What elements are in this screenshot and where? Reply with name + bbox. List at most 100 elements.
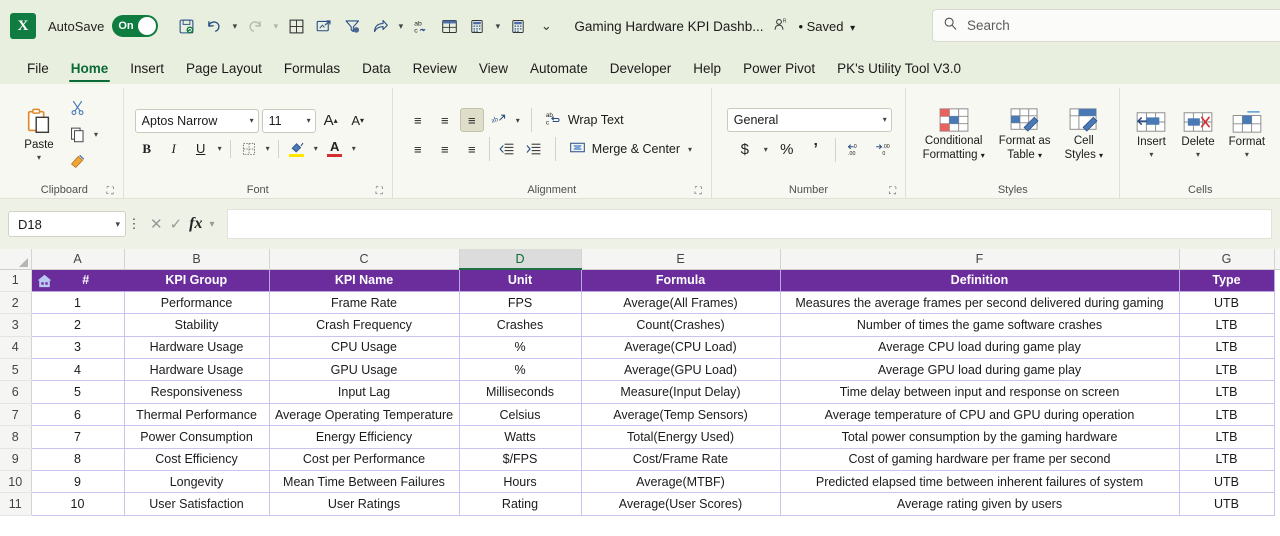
cell-E5[interactable]: Average(GPU Load) — [581, 358, 781, 382]
cell-A8[interactable]: 7 — [30, 425, 125, 449]
formula-bar-expand-icon[interactable]: ▾ — [209, 219, 214, 230]
cell-D4[interactable]: % — [459, 336, 582, 360]
grow-font-button[interactable]: A ▴ — [319, 109, 343, 133]
column-header-D[interactable]: D — [459, 249, 582, 270]
cell-C7[interactable]: Average Operating Temperature — [269, 403, 460, 427]
alignment-dialog-launcher-icon[interactable]: ⛶ — [695, 186, 702, 197]
cell-C6[interactable]: Input Lag — [269, 380, 460, 404]
column-header-E[interactable]: E — [581, 249, 781, 270]
header-cell-G1[interactable]: Type — [1179, 268, 1275, 292]
underline-dropdown-icon[interactable]: ▾ — [216, 144, 224, 153]
shrink-font-button[interactable]: A ▾ — [346, 109, 370, 133]
redo-icon[interactable] — [241, 12, 269, 40]
enter-formula-icon[interactable]: ✓ — [170, 215, 183, 233]
clipboard-dialog-launcher-icon[interactable]: ⛶ — [107, 186, 114, 197]
cell-G3[interactable]: LTB — [1179, 313, 1275, 337]
font-size-select[interactable]: 11 ▾ — [261, 108, 316, 133]
row-header-11[interactable]: 11 — [0, 492, 32, 516]
pivot-table-icon[interactable] — [435, 12, 463, 40]
cell-G7[interactable]: LTB — [1179, 403, 1275, 427]
increase-indent-button[interactable] — [522, 137, 546, 161]
insert-function-icon[interactable]: fx — [189, 215, 202, 233]
cell-G4[interactable]: LTB — [1179, 336, 1275, 360]
home-icon[interactable] — [36, 273, 53, 292]
delete-cells-dropdown-icon[interactable]: ▾ — [1196, 150, 1200, 159]
insert-cells-button[interactable]: Insert ▾ — [1129, 108, 1173, 160]
calculator-icon[interactable] — [463, 12, 491, 40]
conditional-formatting-button[interactable]: Conditional Formatting ▾ — [917, 105, 991, 163]
cell-D3[interactable]: Crashes — [459, 313, 582, 337]
row-header-9[interactable]: 9 — [0, 448, 32, 472]
borders-icon[interactable] — [282, 12, 310, 40]
insert-chart-icon[interactable] — [310, 12, 338, 40]
search-box[interactable] — [932, 9, 1280, 42]
font-dialog-launcher-icon[interactable]: ⛶ — [376, 186, 383, 197]
increase-decimal-button[interactable]: .00 0 — [872, 138, 896, 162]
align-top-button[interactable]: ≡ — [406, 108, 430, 132]
cell-A7[interactable]: 6 — [30, 403, 125, 427]
cut-button[interactable] — [65, 96, 89, 120]
cell-G2[interactable]: UTB — [1179, 291, 1275, 315]
cell-F5[interactable]: Average GPU load during game play — [780, 358, 1180, 382]
formula-input[interactable] — [226, 209, 1272, 239]
cell-E10[interactable]: Average(MTBF) — [581, 470, 781, 494]
cell-F3[interactable]: Number of times the game software crashe… — [780, 313, 1180, 337]
fill-color-dropdown-icon[interactable]: ▾ — [312, 144, 320, 153]
align-center-button[interactable]: ≡ — [433, 137, 457, 161]
decrease-decimal-button[interactable]: 0.00 — [843, 138, 867, 162]
wrap-text-button[interactable]: ab c Wrap Text — [541, 108, 628, 132]
cell-C10[interactable]: Mean Time Between Failures — [269, 470, 460, 494]
cell-E8[interactable]: Total(Energy Used) — [581, 425, 781, 449]
column-header-G[interactable]: G — [1179, 249, 1275, 270]
header-cell-C1[interactable]: KPI Name — [269, 268, 460, 292]
cell-B9[interactable]: Cost Efficiency — [124, 448, 270, 472]
cell-C5[interactable]: GPU Usage — [269, 358, 460, 382]
save-status[interactable]: • Saved ▾ — [798, 19, 855, 34]
cell-A9[interactable]: 8 — [30, 448, 125, 472]
decrease-indent-button[interactable] — [495, 137, 519, 161]
align-left-button[interactable]: ≡ — [406, 137, 430, 161]
ribbon-tab-page-layout[interactable]: Page Layout — [175, 52, 273, 84]
cell-E2[interactable]: Average(All Frames) — [581, 291, 781, 315]
cell-D11[interactable]: Rating — [459, 492, 582, 516]
cell-G9[interactable]: LTB — [1179, 448, 1275, 472]
redo-dropdown-icon[interactable]: ▾ — [269, 12, 282, 40]
ribbon-tab-developer[interactable]: Developer — [599, 52, 683, 84]
person-share-icon[interactable]: R — [773, 17, 788, 35]
underline-button[interactable]: U — [189, 137, 213, 161]
cell-F11[interactable]: Average rating given by users — [780, 492, 1180, 516]
column-header-A[interactable]: A — [31, 249, 125, 270]
column-header-F[interactable]: F — [780, 249, 1180, 270]
number-dialog-launcher-icon[interactable]: ⛶ — [889, 186, 896, 197]
paste-button[interactable]: Paste ▾ — [13, 105, 65, 163]
header-cell-E1[interactable]: Formula — [581, 268, 781, 292]
document-title[interactable]: Gaming Hardware KPI Dashb... — [574, 19, 763, 34]
spelling-icon[interactable]: ab c — [407, 12, 435, 40]
cell-A10[interactable]: 9 — [30, 470, 125, 494]
cell-C9[interactable]: Cost per Performance — [269, 448, 460, 472]
currency-dropdown-icon[interactable]: ▾ — [762, 145, 770, 154]
cell-B2[interactable]: Performance — [124, 291, 270, 315]
cell-D7[interactable]: Celsius — [459, 403, 582, 427]
cell-styles-button[interactable]: Cell Styles ▾ — [1059, 105, 1110, 163]
bold-button[interactable]: B — [135, 137, 159, 161]
row-header-10[interactable]: 10 — [0, 470, 32, 494]
delete-cells-button[interactable]: Delete ▾ — [1175, 108, 1220, 160]
ribbon-tab-help[interactable]: Help — [682, 52, 732, 84]
cell-B6[interactable]: Responsiveness — [124, 380, 270, 404]
fill-color-button[interactable] — [285, 137, 309, 161]
format-cells-button[interactable]: Format ▾ — [1223, 108, 1271, 160]
cell-F10[interactable]: Predicted elapsed time between inherent … — [780, 470, 1180, 494]
cell-E11[interactable]: Average(User Scores) — [581, 492, 781, 516]
cell-B3[interactable]: Stability — [124, 313, 270, 337]
merge-center-button[interactable]: Merge & Center ▾ — [565, 137, 698, 161]
cell-G10[interactable]: UTB — [1179, 470, 1275, 494]
cell-G5[interactable]: LTB — [1179, 358, 1275, 382]
ribbon-tab-pk-s-utility-tool-v3-0[interactable]: PK's Utility Tool V3.0 — [826, 52, 972, 84]
font-color-button[interactable]: A — [323, 137, 347, 161]
font-name-select[interactable]: Aptos Narrow ▾ — [134, 108, 259, 133]
cell-F4[interactable]: Average CPU load during game play — [780, 336, 1180, 360]
undo-dropdown-icon[interactable]: ▾ — [228, 12, 241, 40]
row-header-5[interactable]: 5 — [0, 358, 32, 382]
cell-A3[interactable]: 2 — [30, 313, 125, 337]
